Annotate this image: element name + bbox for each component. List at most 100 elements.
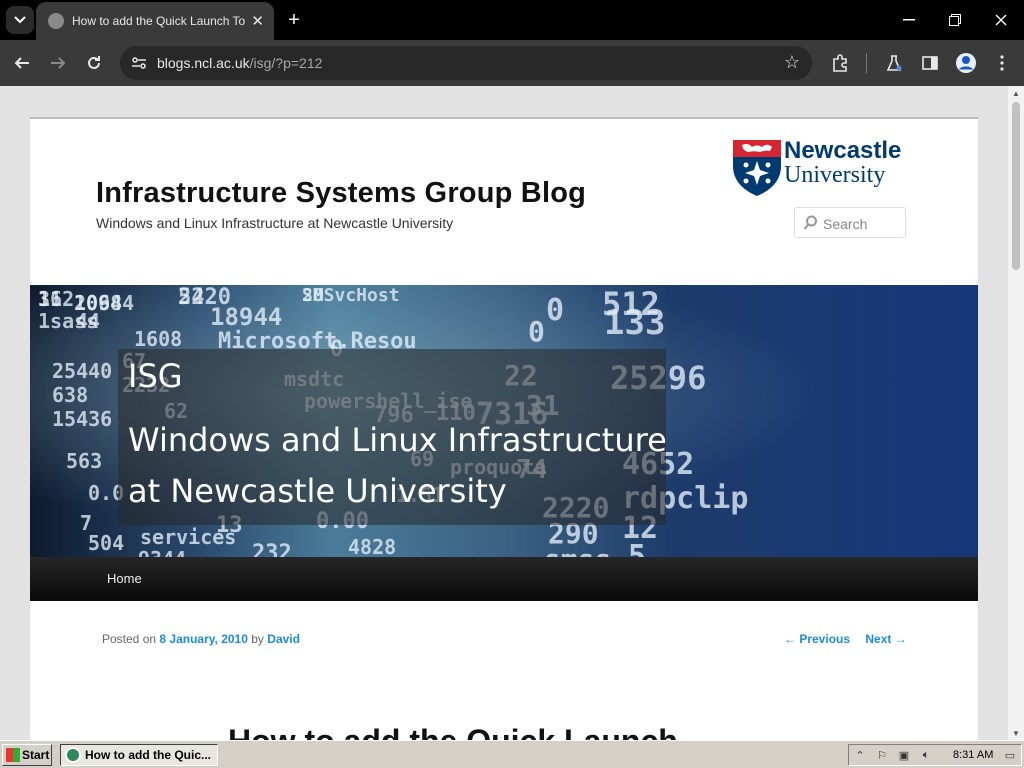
next-post-link[interactable]: Next →: [865, 632, 906, 646]
active-tab[interactable]: How to add the Quick Launch Toolbar ✕: [36, 2, 274, 40]
banner-bg-text-9: 0: [528, 315, 545, 348]
banner-bg-text-39: 504: [88, 531, 125, 555]
posted-on-label: Posted on: [102, 632, 157, 646]
flag-icon[interactable]: ⚐: [875, 748, 889, 762]
minimize-button[interactable]: [894, 8, 924, 32]
more-vert-icon: [1000, 55, 1004, 71]
banner-bg-text-23: 15436: [52, 407, 113, 431]
scroll-up-arrow-icon[interactable]: ▲: [1011, 88, 1021, 98]
banner-bg-text-4: 0: [546, 293, 565, 328]
banner-bg-text-14: 25440: [52, 359, 113, 383]
banner-line-3: at Newcastle University: [128, 472, 507, 510]
restore-button[interactable]: [940, 8, 970, 32]
logo-line1: Newcastle: [784, 137, 902, 164]
taskbar-task-label: How to add the Quic...: [85, 748, 211, 762]
banner-line-1: ISG: [128, 357, 183, 395]
puzzle-icon: [833, 54, 847, 72]
side-panel-button[interactable]: [918, 51, 942, 75]
site-title[interactable]: Infrastructure Systems Group Blog: [96, 177, 586, 210]
site-description: Windows and Linux Infrastructure at Newc…: [96, 215, 454, 231]
page-viewport: Infrastructure Systems Group Blog Window…: [0, 86, 1008, 740]
banner-bg-text-47: smss: [544, 543, 611, 557]
search-placeholder: Search: [823, 216, 868, 232]
reload-icon: [88, 56, 100, 69]
banner-bg-text-19: 638: [52, 383, 89, 407]
url-path: /isg/?p=212: [249, 55, 323, 71]
toolbar-divider: [866, 53, 867, 73]
browser-app-icon: [65, 747, 81, 763]
banner-bg-text-52: SMSvcHost: [302, 285, 400, 306]
post-navigation: ← Previous Next →: [784, 632, 919, 646]
search-input[interactable]: Search: [794, 207, 906, 238]
bookmark-star-icon[interactable]: ☆: [784, 52, 800, 73]
logo-line2: University: [784, 162, 886, 188]
by-label: by: [251, 632, 264, 646]
tray-expand-icon[interactable]: ⌃: [853, 748, 867, 762]
url-host: blogs.ncl.ac.uk: [157, 55, 250, 71]
banner-bg-text-28: 563: [66, 449, 103, 473]
back-button[interactable]: [8, 49, 36, 77]
taskbar-clock[interactable]: 8:31 AM: [953, 749, 993, 761]
flask-icon: [886, 55, 902, 71]
scroll-thumb[interactable]: [1012, 102, 1020, 270]
post-title[interactable]: How to add the Quick Launch: [228, 723, 678, 740]
volume-muted-icon[interactable]: 🔈︎: [919, 748, 933, 762]
browser-tab-bar: How to add the Quick Launch Toolbar ✕ +: [0, 0, 1024, 40]
header-banner-image: 16 20944 54 20 0 512 1sass 44 18944 0 133 1608 Micro…: [30, 285, 978, 557]
banner-line-2: Windows and Linux Infrastructure: [128, 421, 667, 459]
labs-button[interactable]: [882, 51, 906, 75]
previous-post-link[interactable]: ← Previous: [784, 632, 850, 646]
taskbar-browser-button[interactable]: How to add the Quic...: [60, 744, 218, 766]
url-text: blogs.ncl.ac.uk/isg/?p=212: [157, 55, 322, 71]
banner-bg-text-44: 4828: [348, 535, 397, 557]
post-meta: Posted on 8 January, 2010 by David: [102, 632, 300, 646]
side-panel-icon: [922, 56, 938, 70]
banner-bg-text-49: 312: [38, 287, 75, 311]
reload-button[interactable]: [80, 49, 108, 77]
start-button[interactable]: Start: [2, 744, 52, 766]
menu-item-home[interactable]: Home: [107, 571, 142, 586]
extensions-button[interactable]: [828, 51, 852, 75]
browser-toolbar: blogs.ncl.ac.uk/isg/?p=212 ☆: [0, 40, 1024, 86]
banner-bg-text-51: 2220: [178, 285, 231, 310]
network-icon[interactable]: ▣: [897, 748, 911, 762]
tab-search-button[interactable]: [6, 6, 34, 34]
favicon-icon: [48, 13, 64, 29]
browser-menu-button[interactable]: [990, 51, 1014, 75]
shield-icon: [733, 140, 781, 196]
windows-logo-icon: [6, 748, 20, 762]
profile-button[interactable]: [954, 51, 978, 75]
banner-bg-text-50: 1068: [74, 291, 123, 315]
main-menu: Home: [30, 557, 978, 601]
newcastle-university-logo[interactable]: Newcastle University: [732, 139, 910, 197]
show-desktop-icon[interactable]: ▭: [1003, 748, 1017, 762]
address-bar[interactable]: blogs.ncl.ac.uk/isg/?p=212 ☆: [120, 46, 812, 80]
post-author-link[interactable]: David: [267, 632, 300, 646]
page-scrollbar[interactable]: ▲ ▼: [1008, 86, 1024, 740]
banner-bg-text-46: 232: [252, 541, 292, 557]
banner-bg-text-45: 9344: [138, 547, 186, 557]
banner-bg-text-10: 133: [604, 303, 666, 343]
minimize-icon: [903, 19, 915, 21]
banner-bg-text-48: 5: [628, 539, 647, 557]
tab-close-icon[interactable]: ✕: [251, 12, 264, 30]
close-icon: [995, 14, 1007, 26]
start-label: Start: [22, 748, 50, 762]
new-tab-button[interactable]: +: [282, 8, 306, 32]
banner-bg-text-11: 1608: [134, 327, 183, 351]
site-page: Infrastructure Systems Group Blog Window…: [30, 117, 978, 740]
search-icon: [803, 215, 817, 230]
forward-button[interactable]: [44, 49, 72, 77]
avatar-icon: [956, 53, 976, 73]
windows-taskbar: Start How to add the Quic... ⌃ ⚐ ▣ 🔈︎ 8:…: [0, 740, 1024, 768]
scroll-down-arrow-icon[interactable]: ▼: [1011, 728, 1021, 738]
restore-icon: [949, 14, 961, 26]
site-settings-icon[interactable]: [130, 54, 148, 72]
chevron-down-icon: [14, 16, 26, 24]
post-date-link[interactable]: 8 January, 2010: [159, 632, 248, 646]
logo-text: Newcastle University: [784, 137, 902, 188]
tab-title: How to add the Quick Launch Toolbar: [72, 14, 246, 28]
close-window-button[interactable]: [986, 8, 1016, 32]
system-tray: ⌃ ⚐ ▣ 🔈︎ 8:31 AM ▭: [848, 744, 1022, 766]
arrow-left-icon: [14, 57, 29, 69]
